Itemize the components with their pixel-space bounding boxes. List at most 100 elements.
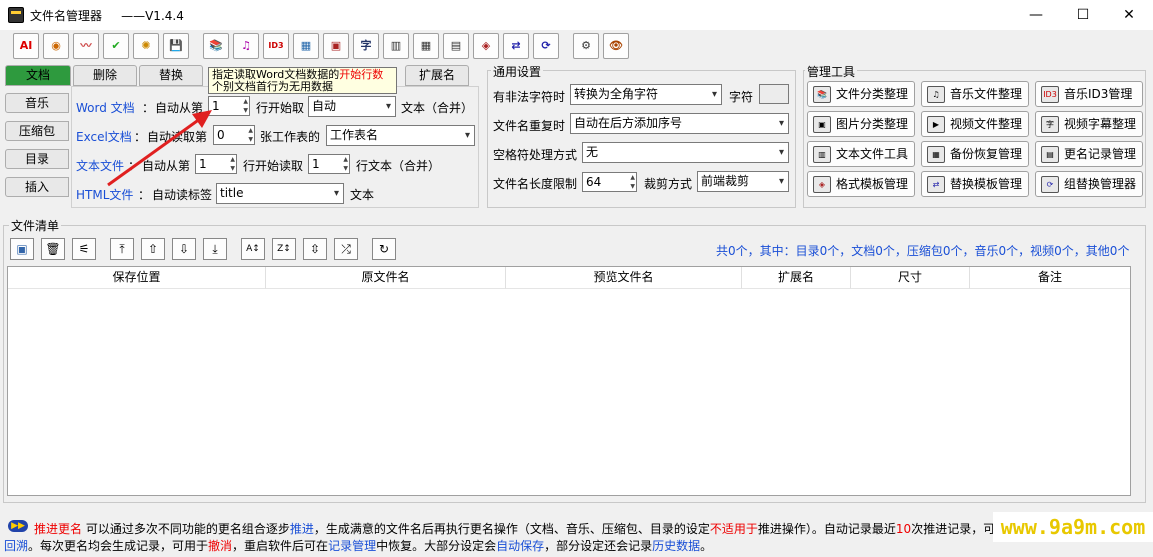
status-text: ，部分设定还会记录 (544, 539, 653, 553)
move-down-icon[interactable]: ⇩ (172, 238, 196, 260)
sun-icon[interactable]: ✺ (133, 33, 159, 59)
column-original-name[interactable]: 原文件名 (266, 267, 506, 289)
chevron-down-icon: ▾ (333, 188, 339, 199)
books-icon[interactable]: 📚 (203, 33, 229, 59)
maximize-button[interactable]: ☐ (1060, 0, 1106, 30)
close-button[interactable]: ✕ (1106, 0, 1152, 30)
text-suffix-label: 行文本（合并） (356, 159, 441, 173)
space-handling-label: 空格符处理方式 (493, 148, 578, 162)
group-replace-icon[interactable]: ⟳ (533, 33, 559, 59)
length-limit-input[interactable]: 64 (582, 172, 637, 192)
duplicate-select[interactable]: 自动在后方添加序号 ▾ (570, 113, 789, 134)
trash-icon[interactable]: 🗑 (41, 238, 65, 260)
replace-char-input[interactable] (759, 84, 789, 104)
status-text: ，生成满意的文件名后再执行更名操作（文档、音乐、压缩包、目录的设定 (313, 522, 710, 536)
minimize-button[interactable]: — (1013, 0, 1059, 30)
video-icon[interactable]: ▣ (323, 33, 349, 59)
image-icon[interactable]: ▦ (293, 33, 319, 59)
rename-record-button[interactable]: ▤ 更名记录管理 (1035, 141, 1143, 167)
wave-icon[interactable]: 〰 (73, 33, 99, 59)
video-icon: ▶ (927, 116, 945, 133)
text-file-icon[interactable]: ▥ (383, 33, 409, 59)
format-template-icon[interactable]: ◈ (473, 33, 499, 59)
move-bottom-icon[interactable]: ⤓ (203, 238, 227, 260)
backup-icon[interactable]: ▦ (413, 33, 439, 59)
shuffle-icon[interactable]: ⤮ (334, 238, 358, 260)
preview-icon[interactable]: ◉ (43, 33, 69, 59)
subtitle-icon: 字 (1041, 116, 1059, 133)
format-template-button[interactable]: ◈ 格式模板管理 (807, 171, 915, 197)
video-organize-button[interactable]: ▶ 视频文件整理 (921, 111, 1029, 137)
group-replace-button[interactable]: ⟳ 组替换管理器 (1035, 171, 1143, 197)
image-classify-button[interactable]: ▣ 图片分类整理 (807, 111, 915, 137)
subtitle-organize-button[interactable]: 字视频字幕整理 (1035, 111, 1143, 137)
duplicate-label: 文件名重复时 (493, 119, 566, 133)
html-tag-value: title (220, 186, 244, 200)
clear-icon[interactable]: ⚟ (72, 238, 96, 260)
reverse-icon[interactable]: ⇳ (303, 238, 327, 260)
status-text: 推进 (289, 522, 314, 536)
watermark: www.9a9m.com (993, 512, 1153, 542)
eye-icon[interactable]: 👁 (603, 33, 629, 59)
tab-doc[interactable]: 文档 (5, 65, 71, 86)
sort-asc-icon[interactable]: A↕ (241, 238, 265, 260)
id3-icon[interactable]: ID3 (263, 33, 289, 59)
group-replace-icon: ⟳ (1041, 176, 1059, 193)
replace-template-button[interactable]: ⇄ 替换模板管理 (921, 171, 1029, 197)
trim-select[interactable]: 前端裁剪 ▾ (697, 171, 789, 192)
music-icon[interactable]: ♫ (233, 33, 259, 59)
fast-forward-icon: ▶▶ (8, 520, 28, 532)
excel-sheet-select[interactable]: 工作表名 ▾ (326, 125, 475, 146)
select-all-icon[interactable]: ▣ (10, 238, 34, 260)
tab-delete[interactable]: 删除 (73, 65, 137, 86)
illegal-char-select[interactable]: 转换为全角字符 ▾ (570, 84, 722, 105)
chevron-down-icon: ▾ (464, 130, 470, 141)
status-bar: ▶▶ 推进更名 可以通过多次不同功能的更名组合逐步推进，生成满意的文件名后再执行… (0, 514, 1153, 557)
word-mode-select[interactable]: 自动 ▾ (308, 96, 396, 117)
app-icon (8, 7, 24, 23)
move-top-icon[interactable]: ⤒ (110, 238, 134, 260)
chevron-down-icon: ▾ (778, 118, 784, 129)
replace-template-icon: ⇄ (927, 176, 945, 193)
html-tag-select[interactable]: title ▾ (216, 183, 344, 204)
column-remark[interactable]: 备注 (970, 267, 1130, 289)
column-preview-name[interactable]: 预览文件名 (506, 267, 742, 289)
music-organize-button[interactable]: ♫ 音乐文件整理 (921, 81, 1029, 107)
text-tools-button[interactable]: ▥ 文本文件工具 (807, 141, 915, 167)
file-table[interactable]: 保存位置 原文件名 预览文件名 扩展名 尺寸 备注 (7, 266, 1131, 496)
move-up-icon[interactable]: ⇧ (141, 238, 165, 260)
gear-icon[interactable]: ⚙ (573, 33, 599, 59)
column-extension[interactable]: 扩展名 (742, 267, 851, 289)
side-tab-zip[interactable]: 压缩包 (5, 121, 69, 141)
word-start-read-label: 行开始取 (256, 101, 305, 115)
side-tab-music[interactable]: 音乐 (5, 93, 69, 113)
tooltip-highlight: 开始行数 (339, 68, 384, 81)
music-id3-button[interactable]: ID3 音乐ID3管理 (1035, 81, 1143, 107)
column-save-location[interactable]: 保存位置 (8, 267, 266, 289)
text-row-count-input[interactable]: 1 (308, 154, 350, 174)
trim-value: 前端裁剪 (701, 174, 750, 188)
subtitle-icon[interactable]: 字 (353, 33, 379, 59)
record-icon[interactable]: ▤ (443, 33, 469, 59)
sort-desc-icon[interactable]: Z↕ (272, 238, 296, 260)
file-classify-button[interactable]: 📚 文件分类整理 (807, 81, 915, 107)
status-text: 可以通过多次不同功能的更名组合逐步 (82, 522, 290, 536)
illegal-char-value: 转换为全角字符 (574, 87, 659, 101)
subtitle-organize-label: 视频字幕整理 (1064, 117, 1137, 131)
tab-extension[interactable]: 扩展名 (405, 65, 469, 86)
save-icon[interactable]: 💾 (163, 33, 189, 59)
column-size[interactable]: 尺寸 (851, 267, 970, 289)
status-text: 。每次更名均会生成记录，可用于 (28, 539, 209, 553)
tooltip-line2: 个别文档首行为无用数据 (212, 80, 333, 93)
side-tab-insert[interactable]: 插入 (5, 177, 69, 197)
format-template-label: 格式模板管理 (836, 177, 909, 191)
backup-restore-button[interactable]: ▦ 备份恢复管理 (921, 141, 1029, 167)
space-handling-select[interactable]: 无 ▾ (582, 142, 789, 163)
side-tab-directory[interactable]: 目录 (5, 149, 69, 169)
id3-icon: ID3 (1041, 86, 1059, 103)
ai-icon[interactable]: AI (13, 33, 39, 59)
replace-template-icon[interactable]: ⇄ (503, 33, 529, 59)
check-icon[interactable]: ✔ (103, 33, 129, 59)
tab-replace[interactable]: 替换 (139, 65, 203, 86)
refresh-icon[interactable]: ↻ (372, 238, 396, 260)
